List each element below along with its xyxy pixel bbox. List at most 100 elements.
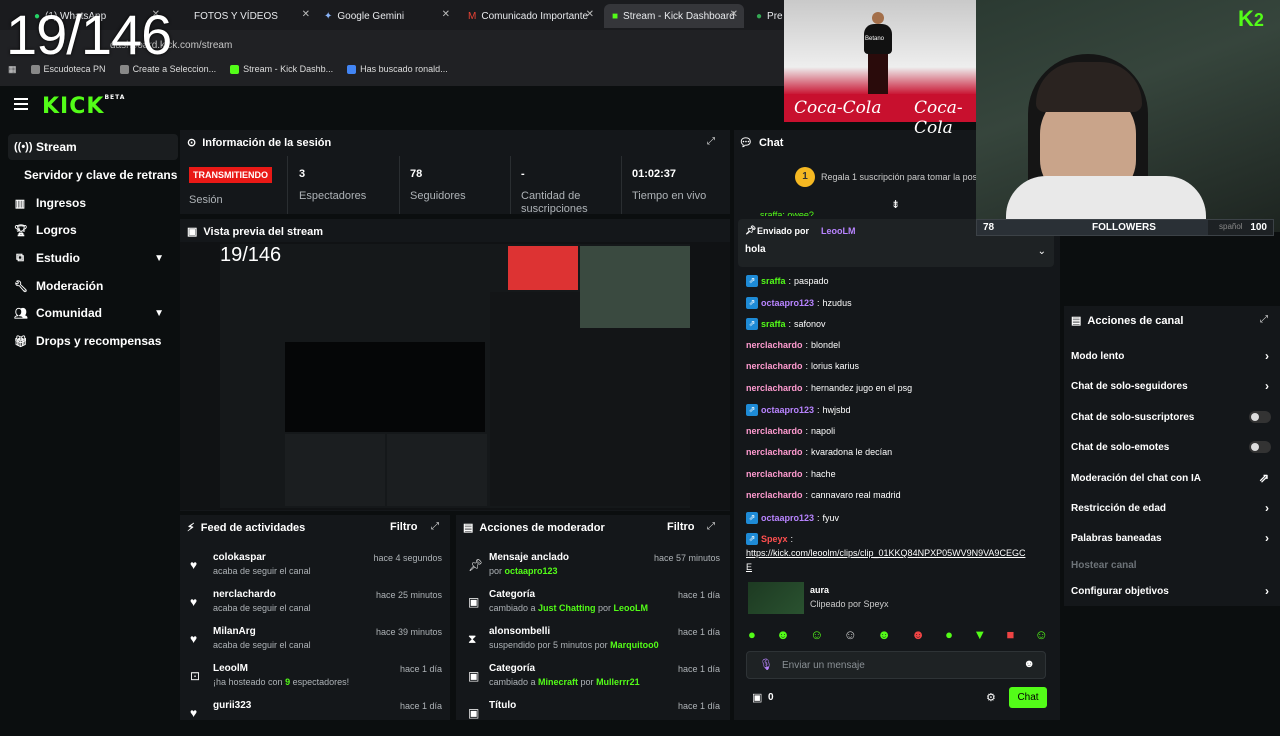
sidebar-item-comunidad[interactable]: 👥︎ Comunidad ▼ (8, 300, 178, 326)
mod-item[interactable]: 📌︎ Mensaje anclado por octaapro123 hace 57 … (462, 552, 724, 588)
close-icon[interactable]: ✕ (442, 9, 450, 20)
mod-item[interactable]: ▣ Categoría cambiado a Just Chatting por L… (462, 589, 724, 625)
browser-tab[interactable]: FOTOS Y VÍDEOS ✕ (186, 4, 316, 28)
chat-message[interactable]: ⇗ octaapro123: hwjsbd (746, 404, 851, 416)
chat-username[interactable]: nerclachardo (746, 490, 803, 500)
chat-message[interactable]: nerclachardo: hache (746, 469, 836, 479)
pinned-user[interactable]: LeooLM (821, 226, 856, 236)
mod-user-link[interactable]: Marquitoo0 (610, 640, 659, 650)
bookmark-item[interactable]: Has buscado ronald... (347, 64, 448, 74)
mod-user-link[interactable]: LeooLM (614, 603, 649, 613)
emote-icon[interactable]: ☺ (844, 627, 857, 645)
emote-icon[interactable]: ● (945, 627, 953, 645)
chat-username[interactable]: nerclachardo (746, 361, 803, 371)
chat-message[interactable]: ⇗ sraffa: paspado (746, 275, 829, 287)
toggle-switch[interactable] (1249, 441, 1271, 453)
send-chat-button[interactable]: Chat (1009, 687, 1047, 708)
mod-user-link[interactable]: Mullerrr21 (596, 677, 640, 687)
emote-icon[interactable]: ☻ (911, 627, 925, 645)
close-icon[interactable]: ✕ (302, 9, 310, 20)
chat-username[interactable]: octaapro123 (761, 513, 814, 523)
chat-username[interactable]: nerclachardo (746, 383, 803, 393)
expand-icon[interactable]: ⤢ (707, 521, 715, 532)
bookmark-item[interactable]: Stream - Kick Dashb... (230, 64, 333, 74)
category-link[interactable]: Minecraft (538, 677, 578, 687)
scroll-down-icon[interactable]: ⇟ (891, 198, 900, 211)
browser-tab[interactable]: ● Pre (748, 4, 784, 28)
channel-action-item[interactable]: Modo lento › (1071, 346, 1275, 366)
clip-link-tail[interactable]: E (746, 562, 752, 572)
sidebar-item-stream[interactable]: ((•)) Stream (8, 134, 178, 160)
chat-message[interactable]: ⇗ Speyx: (746, 533, 796, 545)
chat-username[interactable]: sraffa (761, 276, 786, 286)
channel-action-item[interactable]: Palabras baneadas › (1071, 528, 1275, 548)
stream-preview[interactable]: 19/146 (180, 242, 730, 510)
channel-action-item[interactable]: Restricción de edad › (1071, 498, 1275, 518)
browser-tab[interactable]: ✦ Google Gemini ✕ (316, 4, 456, 28)
chat-username[interactable]: nerclachardo (746, 447, 803, 457)
sidebar-item-server-key[interactable]: Servidor y clave de retransmisión (8, 162, 178, 188)
channel-action-item[interactable]: Chat de solo-emotes (1071, 437, 1275, 457)
chat-username[interactable]: nerclachardo (746, 469, 803, 479)
chat-message[interactable]: nerclachardo: cannavaro real madrid (746, 490, 901, 500)
chat-username[interactable]: octaapro123 (761, 405, 814, 415)
sidebar-item-estudio[interactable]: ⧉ Estudio ▼ (8, 245, 178, 271)
clip-link-text[interactable]: https://kick.com/leoolm/clips/clip_01KKQ… (746, 548, 1025, 558)
microphone-icon[interactable]: 🎙︎ (759, 658, 773, 671)
feed-user[interactable]: LeoolM (213, 663, 248, 674)
chat-message[interactable]: ⇗ sraffa: safonov (746, 318, 826, 330)
feed-user[interactable]: MilanArg (213, 626, 256, 637)
points-icon[interactable]: ▣ (752, 691, 762, 704)
emote-icon[interactable]: ☻ (776, 627, 790, 645)
chevron-down-icon[interactable]: ⌄ (1038, 246, 1046, 257)
mod-item[interactable]: ▣ Título hace 1 día (462, 700, 724, 736)
browser-tab[interactable]: M Comunicado Importante ✕ (460, 4, 600, 28)
chat-input[interactable]: 🎙︎ Enviar un mensaje ☻ (746, 651, 1046, 679)
feed-item[interactable]: ♥ gurii323 hace 1 día (186, 700, 446, 736)
chat-message[interactable]: nerclachardo: blondel (746, 340, 840, 350)
emote-icon[interactable]: ☺ (810, 627, 823, 645)
clip-thumbnail[interactable] (748, 582, 804, 614)
sidebar-item-drops[interactable]: 🎁︎ Drops y recompensas (8, 328, 178, 354)
feed-item[interactable]: ♥ colokaspar acaba de seguir el canal hace … (186, 552, 446, 588)
feed-user[interactable]: gurii323 (213, 700, 251, 711)
chat-username[interactable]: nerclachardo (746, 426, 803, 436)
channel-action-item[interactable]: Chat de solo-seguidores › (1071, 376, 1275, 396)
close-icon[interactable]: ✕ (586, 9, 594, 20)
category-link[interactable]: Just Chatting (538, 603, 596, 613)
mod-item[interactable]: ▣ Categoría cambiado a Minecraft por Mulle… (462, 663, 724, 699)
sidebar-item-moderacion[interactable]: 🔧︎ Moderación (8, 273, 178, 299)
expand-icon[interactable]: ⤢ (707, 136, 715, 147)
mod-item[interactable]: ⧗ alonsombelli suspendido por 5 minutos po… (462, 626, 724, 662)
feed-user[interactable]: colokaspar (213, 552, 266, 563)
gift-sub-text[interactable]: Regala 1 suscripción para tomar la pos (821, 172, 977, 182)
emote-icon[interactable]: ■ (1006, 627, 1014, 645)
gift-sub-icon[interactable]: 1 (795, 167, 815, 187)
feed-item[interactable]: ♥ nerclachardo acaba de seguir el canal hac… (186, 589, 446, 625)
emote-icon[interactable]: ● (748, 627, 756, 645)
feed-user[interactable]: nerclachardo (213, 589, 276, 600)
feed-item[interactable]: ♥ MilanArg acaba de seguir el canal hace 39… (186, 626, 446, 662)
kick-logo[interactable]: KICKBETA (42, 94, 125, 119)
gear-icon[interactable]: ⚙ (986, 691, 996, 704)
channel-action-item[interactable]: Moderación del chat con IA ⇗ (1071, 468, 1275, 488)
feed-item[interactable]: ⊡ LeoolM ¡ha hosteado con 9 espectadores! h… (186, 663, 446, 699)
chat-username[interactable]: Speyx (761, 534, 788, 544)
chat-message[interactable]: ⇗ octaapro123: hzudus (746, 297, 852, 309)
chat-message[interactable]: nerclachardo: hernandez jugo en el psg (746, 383, 912, 393)
expand-icon[interactable]: ⤢ (1260, 314, 1268, 325)
emote-icon[interactable]: ☺ (1035, 627, 1048, 645)
feed-filter-button[interactable]: Filtro (390, 521, 418, 533)
channel-action-item[interactable]: Chat de solo-suscriptores (1071, 407, 1275, 427)
chat-username[interactable]: octaapro123 (761, 298, 814, 308)
expand-icon[interactable]: ⤢ (431, 521, 439, 532)
emote-icon[interactable]: ☻ (877, 627, 891, 645)
chat-message[interactable]: nerclachardo: napoli (746, 426, 835, 436)
close-icon[interactable]: ✕ (730, 9, 738, 20)
mod-filter-button[interactable]: Filtro (667, 521, 695, 533)
emoji-icon[interactable]: ☻ (1023, 658, 1035, 670)
emote-icon[interactable]: ▼ (973, 627, 986, 645)
chat-message[interactable]: nerclachardo: kvaradona le decían (746, 447, 892, 457)
channel-action-item[interactable]: Configurar objetivos › (1071, 581, 1275, 601)
sidebar-item-ingresos[interactable]: ▥ Ingresos (8, 190, 178, 216)
